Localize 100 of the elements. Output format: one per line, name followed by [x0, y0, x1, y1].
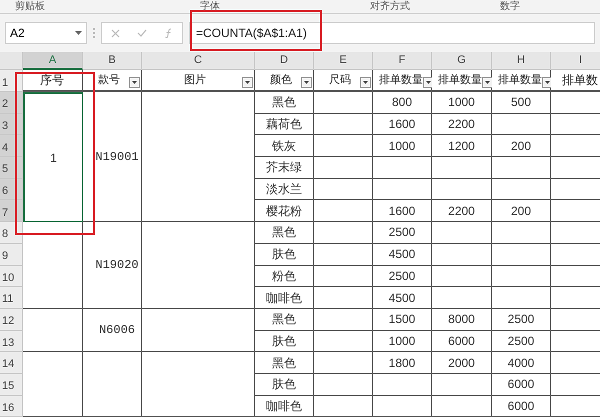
row-header[interactable]: 14 [0, 352, 23, 374]
filter-dropdown-icon[interactable] [423, 77, 434, 88]
name-box[interactable]: A2 [5, 22, 87, 44]
filter-dropdown-icon[interactable] [482, 77, 493, 88]
filter-dropdown-icon[interactable] [301, 77, 312, 88]
table-cell: 肤色 [255, 374, 314, 396]
header-text: 颜色 [269, 72, 293, 88]
table-cell [432, 157, 492, 179]
table-cell [432, 178, 492, 200]
table-cell: 1600 [373, 114, 432, 136]
table-cell [314, 157, 373, 179]
column-header[interactable]: B [83, 52, 142, 70]
table-cell: 铁灰 [255, 135, 314, 158]
row-header[interactable]: 9 [0, 244, 23, 266]
row-header[interactable]: 4 [0, 135, 23, 158]
table-cell [373, 396, 432, 417]
row-header[interactable]: 13 [0, 330, 23, 352]
row-header[interactable]: 11 [0, 287, 23, 309]
table-cell [373, 157, 432, 179]
row-header[interactable]: 12 [0, 308, 23, 331]
table-cell [551, 244, 600, 266]
table-cell: 200 [492, 200, 551, 222]
table-cell: 500 [492, 92, 551, 114]
column-header[interactable]: H [492, 52, 551, 70]
header-text: 图片 [183, 73, 207, 88]
table-cell [432, 244, 492, 266]
table-cell [551, 266, 600, 288]
table-cell: 800 [373, 92, 432, 114]
filter-dropdown-icon[interactable] [242, 77, 253, 88]
row-header[interactable]: 8 [0, 222, 23, 244]
table-cell [314, 266, 373, 288]
table-cell: 黑色 [255, 222, 314, 244]
row-header[interactable]: 1 [0, 70, 23, 92]
header-text: 尺码 [328, 73, 352, 88]
table-cell [314, 200, 373, 222]
table-cell [492, 244, 551, 266]
table-cell: 1000 [373, 135, 432, 158]
cell-text: N6006 [98, 322, 135, 340]
table-cell: 粉色 [255, 266, 314, 288]
table-cell: 1800 [373, 352, 432, 374]
table-cell: 2500 [492, 330, 551, 352]
ribbon-group-label: 剪贴板 [15, 2, 46, 12]
column-header[interactable]: F [373, 52, 432, 70]
row-header[interactable]: 2 [0, 92, 23, 114]
table-cell: 1200 [432, 135, 492, 158]
table-cell: 1000 [373, 330, 432, 352]
row-header[interactable]: 10 [0, 266, 23, 288]
table-cell [314, 178, 373, 200]
column-header[interactable]: I [551, 52, 600, 70]
column-header[interactable]: G [432, 52, 492, 70]
table-cell [551, 352, 600, 374]
table-cell [551, 157, 600, 179]
table-cell: 4500 [373, 244, 432, 266]
column-header[interactable]: A [23, 52, 83, 70]
table-cell [314, 396, 373, 417]
table-cell: 肤色 [255, 244, 314, 266]
ribbon-group-label: 数字 [500, 2, 521, 12]
row-header[interactable]: 7 [0, 200, 23, 222]
header-text: 排单数量 [437, 73, 482, 88]
table-cell: 6000 [492, 374, 551, 396]
table-cell [314, 244, 373, 266]
table-cell: 肤色 [255, 330, 314, 352]
table-cell [314, 308, 373, 331]
filter-dropdown-icon[interactable] [129, 77, 140, 88]
column-header[interactable]: D [255, 52, 314, 70]
ribbon-group-label: 字体 [200, 2, 221, 12]
table-cell [314, 287, 373, 309]
column-header[interactable]: C [142, 52, 255, 70]
row-header[interactable]: 5 [0, 157, 23, 179]
table-cell [314, 135, 373, 158]
table-cell [432, 266, 492, 288]
table-cell [551, 330, 600, 352]
filter-dropdown-icon[interactable] [360, 77, 371, 88]
table-cell [551, 287, 600, 309]
cell-text: N19001 [95, 148, 139, 166]
table-cell: 芥末绿 [255, 157, 314, 179]
table-cell: 淡水兰 [255, 178, 314, 200]
table-cell [492, 114, 551, 136]
table-cell [492, 287, 551, 309]
table-cell: 2500 [492, 308, 551, 331]
table-cell [492, 178, 551, 200]
table-cell: 2200 [432, 200, 492, 222]
filter-dropdown-icon[interactable] [542, 77, 553, 88]
cell-text: N19020 [95, 257, 139, 274]
table-cell: 2500 [373, 266, 432, 288]
ribbon-group-label: 对齐方式 [370, 2, 411, 12]
table-cell [432, 396, 492, 417]
header-text: 排单数量 [497, 73, 542, 88]
table-cell [551, 200, 600, 222]
row-header[interactable]: 15 [0, 374, 23, 396]
column-header[interactable]: E [314, 52, 373, 70]
table-cell: 200 [492, 135, 551, 158]
row-header[interactable]: 16 [0, 396, 23, 417]
table-cell [492, 222, 551, 244]
formula-field[interactable]: =COUNTA($A$1:A1) [189, 22, 595, 44]
table-cell: 2200 [432, 114, 492, 136]
table-cell: 4000 [492, 352, 551, 374]
table-cell [551, 114, 600, 136]
table-cell [551, 374, 600, 396]
header-text: 排单数 [561, 72, 599, 88]
